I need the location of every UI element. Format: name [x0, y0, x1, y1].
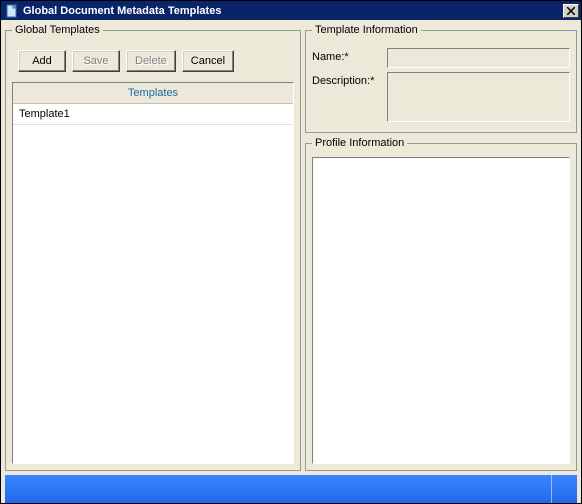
global-templates-group: Global Templates Add Save Delete Cancel … — [5, 24, 301, 471]
client-area: Global Templates Add Save Delete Cancel … — [1, 20, 581, 503]
resize-grip[interactable] — [551, 475, 577, 503]
description-row: Description:* — [312, 72, 570, 122]
close-button[interactable] — [563, 4, 579, 18]
document-icon — [5, 4, 19, 18]
delete-button[interactable]: Delete — [126, 50, 176, 72]
template-info-legend: Template Information — [312, 24, 421, 36]
profile-area[interactable] — [312, 157, 570, 464]
name-row: Name:* — [312, 48, 570, 68]
global-templates-legend: Global Templates — [12, 24, 103, 36]
right-column: Template Information Name:* Description:… — [305, 24, 577, 471]
close-icon — [567, 7, 575, 15]
templates-header[interactable]: Templates — [13, 83, 293, 104]
left-column: Global Templates Add Save Delete Cancel … — [5, 24, 301, 471]
name-field[interactable] — [387, 48, 570, 68]
statusbar — [5, 475, 577, 503]
templates-table: Templates Template1 — [12, 82, 294, 464]
name-label: Name:* — [312, 48, 387, 63]
titlebar: Global Document Metadata Templates — [1, 1, 581, 20]
cancel-button[interactable]: Cancel — [182, 50, 234, 72]
description-field[interactable] — [387, 72, 570, 122]
add-button[interactable]: Add — [18, 50, 66, 72]
window-title: Global Document Metadata Templates — [23, 5, 221, 17]
button-row: Add Save Delete Cancel — [18, 50, 294, 72]
table-row[interactable]: Template1 — [13, 104, 293, 125]
description-label: Description:* — [312, 72, 387, 87]
profile-info-group: Profile Information — [305, 137, 577, 471]
template-info-group: Template Information Name:* Description:… — [305, 24, 577, 133]
window: Global Document Metadata Templates Globa… — [0, 0, 582, 504]
profile-info-legend: Profile Information — [312, 137, 407, 149]
save-button[interactable]: Save — [72, 50, 120, 72]
columns: Global Templates Add Save Delete Cancel … — [5, 24, 577, 471]
